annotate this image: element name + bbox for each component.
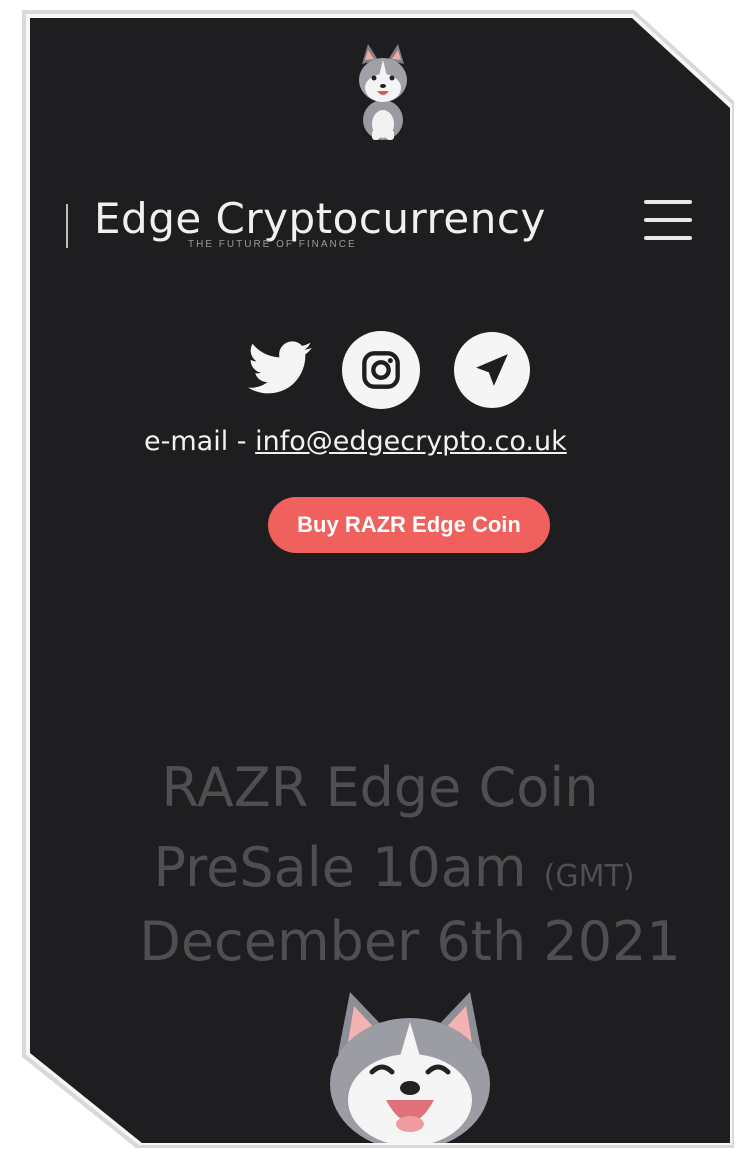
timezone-label: (GMT) (543, 859, 635, 894)
instagram-glyph (362, 351, 400, 389)
twitter-icon[interactable] (240, 328, 320, 408)
dog-mascot-icon[interactable] (348, 42, 418, 142)
headline-coin-name: RAZR Edge Coin (161, 756, 599, 819)
menu-line (644, 218, 692, 222)
hamburger-menu-icon[interactable] (642, 196, 696, 246)
brand-divider (66, 204, 68, 248)
buy-coin-button[interactable]: Buy RAZR Edge Coin (268, 497, 550, 553)
contact-email-row: e-mail - info@edgecrypto.co.uk (144, 426, 567, 457)
twitter-bird-glyph (248, 341, 312, 394)
brand-tagline: THE FUTURE OF FINANCE (188, 239, 357, 250)
telegram-glyph (476, 354, 508, 386)
device-frame: Edge Cryptocurrency THE FUTURE OF FINANC… (0, 0, 738, 1149)
email-link[interactable]: info@edgecrypto.co.uk (255, 426, 567, 457)
brand-title[interactable]: Edge Cryptocurrency (94, 194, 546, 243)
menu-line (644, 200, 692, 204)
telegram-icon[interactable] (454, 332, 530, 408)
headline-date: December 6th 2021 (139, 910, 681, 973)
menu-line (644, 236, 692, 240)
instagram-icon[interactable] (342, 331, 420, 409)
page-screen: Edge Cryptocurrency THE FUTURE OF FINANC… (30, 18, 730, 1143)
email-prefix: e-mail - (144, 426, 256, 457)
presale-time: PreSale 10am (153, 836, 544, 899)
dog-mascot-large-icon (330, 992, 490, 1143)
headline-presale-time: PreSale 10am (GMT) (44, 836, 730, 899)
